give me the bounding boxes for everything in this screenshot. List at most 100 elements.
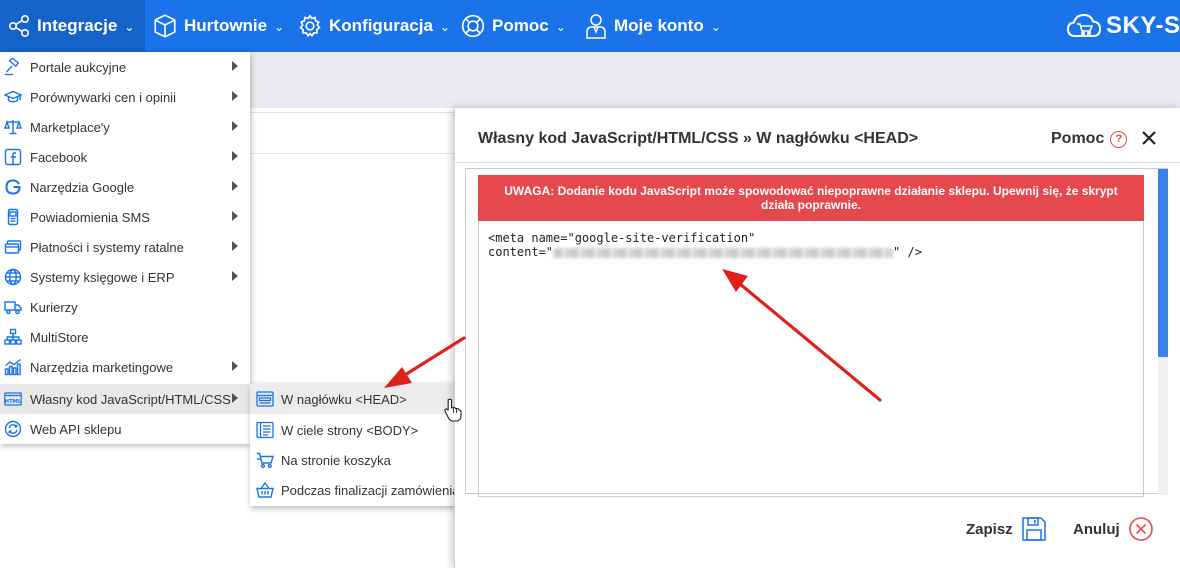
gavel-icon (5, 58, 20, 76)
phone-icon (7, 208, 19, 226)
warning-banner: UWAGA: Dodanie kodu JavaScript może spow… (478, 175, 1144, 221)
save-button[interactable]: Zapisz (966, 514, 1047, 544)
menu-item-label: Narzędzia Google (30, 180, 135, 195)
submenu-item-label: Na stronie koszyka (281, 453, 391, 468)
help-icon: ? (1110, 130, 1128, 148)
menu-item-portale-aukcyjne[interactable]: Portale aukcyjne (0, 52, 250, 82)
svg-text:HTML: HTML (5, 399, 22, 405)
cancel-label: Anuluj (1073, 520, 1120, 538)
help-label: Pomoc (1051, 130, 1105, 147)
chevron-down-icon: ⌄ (439, 20, 450, 34)
nav-label: Hurtownie (184, 16, 268, 35)
code-editor-frame: UWAGA: Dodanie kodu JavaScript może spow… (465, 168, 1168, 497)
menu-item-marketplace[interactable]: Marketplace'y (0, 112, 250, 142)
header-layout-icon (256, 391, 274, 407)
cancel-circle-icon (1128, 517, 1153, 541)
code-textarea[interactable]: <meta name="google-site-verification" co… (478, 221, 1144, 497)
menu-item-porownywarki[interactable]: Porównywarki cen i opinii (0, 82, 250, 112)
submenu-arrow-icon (232, 361, 238, 371)
truck-icon (4, 301, 22, 315)
brand-logo[interactable]: SKY-S (1066, 8, 1180, 44)
menu-item-label: Web API sklepu (30, 422, 122, 437)
code-line-2-end: " /> (893, 245, 922, 259)
chevron-down-icon: ⌄ (124, 20, 135, 34)
cloud-cart-icon (1066, 13, 1102, 37)
submenu-arrow-icon (232, 91, 238, 101)
close-icon[interactable] (1139, 128, 1159, 148)
submenu-arrow-icon (232, 61, 238, 71)
help-button[interactable]: Pomoc ? (1051, 130, 1128, 148)
custom-code-modal: Własny kod JavaScript/HTML/CSS » W nagłó… (454, 108, 1180, 568)
submenu-arrow-icon (232, 151, 238, 161)
menu-item-systemy-ksiegowe[interactable]: Systemy księgowe i ERP (0, 262, 250, 292)
menu-item-facebook[interactable]: Facebook (0, 142, 250, 172)
submenu-item-label: W nagłówku <HEAD> (281, 392, 407, 407)
nav-moje-konto[interactable]: Moje konto ⌄ (584, 0, 721, 52)
submenu-arrow-icon (232, 121, 238, 131)
menu-item-label: Płatności i systemy ratalne (30, 240, 184, 255)
globe-icon (4, 268, 22, 286)
submenu-arrow-icon (232, 211, 238, 221)
google-icon (5, 179, 21, 195)
html-icon: HTML (4, 392, 22, 406)
code-line-1: <meta name="google-site-verification" (488, 231, 756, 245)
nav-integracje[interactable]: Integracje ⌄ (0, 0, 145, 52)
redacted-code (553, 247, 894, 258)
menu-item-web-api[interactable]: Web API sklepu (0, 414, 250, 444)
menu-item-powiadomienia-sms[interactable]: Powiadomienia SMS (0, 202, 250, 232)
menu-item-narzedzia-google[interactable]: Narzędzia Google (0, 172, 250, 202)
floppy-disk-icon (1021, 517, 1046, 541)
lifebuoy-icon (461, 14, 485, 38)
menu-item-wlasny-kod[interactable]: HTML Własny kod JavaScript/HTML/CSS (0, 384, 250, 414)
menu-item-label: Powiadomienia SMS (30, 210, 150, 225)
save-label: Zapisz (966, 520, 1013, 538)
code-line-2-start: content=" (488, 245, 554, 259)
share-nodes-icon (8, 14, 30, 38)
gear-icon (299, 14, 321, 38)
cart-icon (256, 452, 274, 469)
nav-hurtownie[interactable]: Hurtownie ⌄ (152, 0, 284, 52)
menu-item-multistore[interactable]: MultiStore (0, 322, 250, 352)
submenu-arrow-icon (232, 393, 238, 403)
editor-scrollbar[interactable] (1158, 169, 1168, 495)
menu-item-kurierzy[interactable]: Kurierzy (0, 292, 250, 322)
submenu-arrow-icon (232, 181, 238, 191)
cancel-button[interactable]: Anuluj (1073, 514, 1154, 544)
chart-icon (4, 358, 21, 376)
menu-item-label: Porównywarki cen i opinii (30, 90, 176, 105)
menu-item-label: Własny kod JavaScript/HTML/CSS (30, 392, 231, 407)
nav-label: Pomoc (492, 16, 549, 35)
menu-item-label: Narzędzia marketingowe (30, 360, 174, 375)
brand-name: SKY-S (1106, 12, 1180, 39)
facebook-icon (4, 148, 22, 166)
sync-icon (4, 420, 22, 438)
nav-label: Moje konto (614, 16, 704, 35)
graduation-cap-icon (4, 90, 22, 103)
integracje-dropdown: Portale aukcyjne Porównywarki cen i opin… (0, 52, 250, 444)
scales-icon (4, 119, 22, 135)
nav-pomoc[interactable]: Pomoc ⌄ (460, 0, 566, 52)
menu-item-narzedzia-marketingowe[interactable]: Narzędzia marketingowe (0, 352, 250, 382)
body-layout-icon (256, 421, 274, 439)
submenu-arrow-icon (232, 271, 238, 281)
top-navigation: Integracje ⌄ Hurtownie ⌄ Konfiguracja ⌄ … (0, 0, 1180, 52)
menu-item-platnosci[interactable]: Płatności i systemy ratalne (0, 232, 250, 262)
chevron-down-icon: ⌄ (274, 20, 285, 34)
modal-divider (455, 162, 1180, 163)
nav-konfiguracja[interactable]: Konfiguracja ⌄ (297, 0, 450, 52)
chevron-down-icon: ⌄ (555, 20, 566, 34)
user-icon (586, 14, 606, 39)
menu-item-label: Facebook (30, 150, 88, 165)
box-icon (154, 14, 176, 38)
basket-icon (256, 481, 274, 498)
chevron-down-icon: ⌄ (710, 20, 721, 34)
credit-card-icon (4, 240, 22, 254)
nav-label: Konfiguracja (329, 16, 433, 35)
menu-item-label: Portale aukcyjne (30, 60, 127, 75)
submenu-item-label: W ciele strony <BODY> (281, 423, 419, 438)
modal-title: Własny kod JavaScript/HTML/CSS » W nagłó… (478, 130, 919, 147)
scrollbar-thumb[interactable] (1158, 169, 1168, 357)
menu-item-label: Marketplace'y (30, 120, 110, 135)
submenu-arrow-icon (232, 241, 238, 251)
menu-item-label: Systemy księgowe i ERP (30, 270, 175, 285)
